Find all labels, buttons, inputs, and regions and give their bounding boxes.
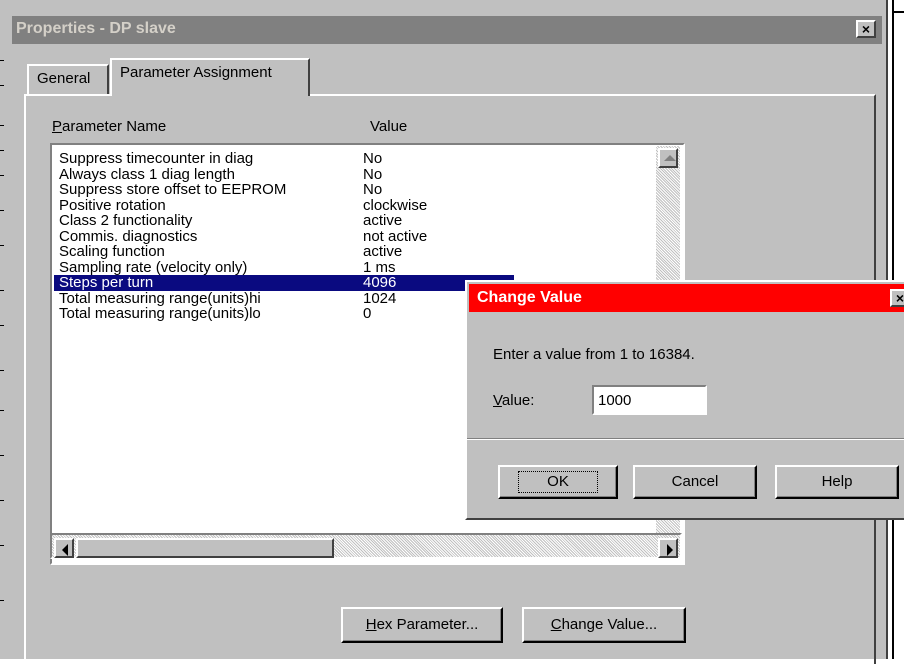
parameter-value: clockwise bbox=[363, 196, 428, 214]
parameter-name: Scaling function bbox=[59, 243, 165, 260]
arrow-right-icon bbox=[667, 544, 673, 556]
close-button[interactable]: × bbox=[856, 20, 876, 38]
parameter-name: Commis. diagnostics bbox=[59, 227, 198, 245]
parameter-row[interactable]: Class 2 functionality active bbox=[54, 213, 714, 229]
left-edge-ticks bbox=[0, 0, 4, 659]
parameter-name: Total measuring range(units)hi bbox=[59, 289, 261, 307]
parameter-name: Always class 1 diag length bbox=[59, 165, 235, 183]
arrow-left-icon bbox=[62, 544, 68, 556]
tab-general-label: General bbox=[37, 70, 91, 87]
column-header-value: Value bbox=[370, 118, 408, 135]
scroll-right-button[interactable] bbox=[658, 538, 678, 558]
parameter-row[interactable]: Suppress store offset to EEPROM No bbox=[54, 182, 714, 198]
ok-button[interactable]: OK bbox=[498, 465, 618, 499]
change-value-dialog: Change Value × Enter a value from 1 to 1… bbox=[465, 280, 904, 520]
value-input[interactable] bbox=[592, 385, 707, 415]
parameter-name: Class 2 functionality bbox=[59, 212, 193, 229]
parameter-value: No bbox=[363, 181, 383, 198]
parameter-row[interactable]: Always class 1 diag length No bbox=[54, 165, 714, 183]
value-label: Value: bbox=[493, 392, 535, 409]
column-header-parameter-name: Parameter Name bbox=[52, 118, 167, 135]
parameter-row[interactable]: Suppress timecounter in diag No bbox=[54, 151, 714, 167]
arrow-up-icon bbox=[664, 155, 676, 161]
tab-parameter-assignment[interactable]: Parameter Assignment bbox=[110, 58, 310, 96]
scroll-up-button[interactable] bbox=[658, 148, 678, 168]
scroll-left-button[interactable] bbox=[54, 538, 74, 558]
parameter-value: 0 bbox=[363, 305, 372, 322]
help-button[interactable]: Help bbox=[775, 465, 899, 499]
change-value-button[interactable]: Change Value... bbox=[522, 607, 686, 643]
window-title: Properties - DP slave bbox=[16, 20, 176, 37]
parameter-row[interactable]: Sampling rate (velocity only) 1 ms bbox=[54, 258, 714, 276]
parameter-value: active bbox=[363, 243, 403, 260]
parameter-value: 4096 bbox=[363, 274, 397, 291]
parameter-value: not active bbox=[363, 227, 428, 245]
cancel-button[interactable]: Cancel bbox=[633, 465, 757, 499]
parameter-name: Suppress timecounter in diag bbox=[59, 150, 254, 167]
horizontal-scroll-thumb[interactable] bbox=[76, 538, 334, 558]
parameter-value: No bbox=[363, 150, 383, 167]
parameter-value: active bbox=[363, 212, 403, 229]
parameter-row[interactable]: Commis. diagnostics not active bbox=[54, 227, 714, 245]
parameter-value: No bbox=[363, 165, 383, 183]
horizontal-scrollbar[interactable] bbox=[50, 533, 682, 559]
tab-parameter-assignment-label: Parameter Assignment bbox=[120, 64, 272, 81]
close-icon: × bbox=[895, 290, 904, 306]
parameter-value: 1 ms bbox=[363, 258, 396, 276]
dialog-title-bar[interactable]: Change Value × bbox=[469, 284, 904, 312]
parameter-row[interactable]: Steps per turn 4096 bbox=[54, 275, 514, 291]
hex-parameter-button[interactable]: Hex Parameter... bbox=[341, 607, 503, 643]
properties-title-bar[interactable]: Properties - DP slave × bbox=[12, 16, 882, 44]
close-icon: × bbox=[861, 21, 871, 37]
parameter-name: Total measuring range(units)lo bbox=[59, 305, 261, 322]
parameter-name: Sampling rate (velocity only) bbox=[59, 258, 248, 276]
tab-general[interactable]: General bbox=[27, 64, 109, 94]
dialog-title: Change Value bbox=[477, 289, 582, 306]
parameter-value: 1024 bbox=[363, 289, 397, 307]
parameter-name: Suppress store offset to EEPROM bbox=[59, 181, 287, 198]
parameter-row[interactable]: Positive rotation clockwise bbox=[54, 196, 714, 214]
parameter-name: Steps per turn bbox=[59, 274, 154, 291]
parameter-row[interactable]: Scaling function active bbox=[54, 244, 714, 260]
dialog-close-button[interactable]: × bbox=[890, 289, 904, 307]
parameter-name: Positive rotation bbox=[59, 196, 166, 214]
dialog-message: Enter a value from 1 to 16384. bbox=[493, 346, 695, 363]
dialog-separator bbox=[467, 438, 904, 440]
